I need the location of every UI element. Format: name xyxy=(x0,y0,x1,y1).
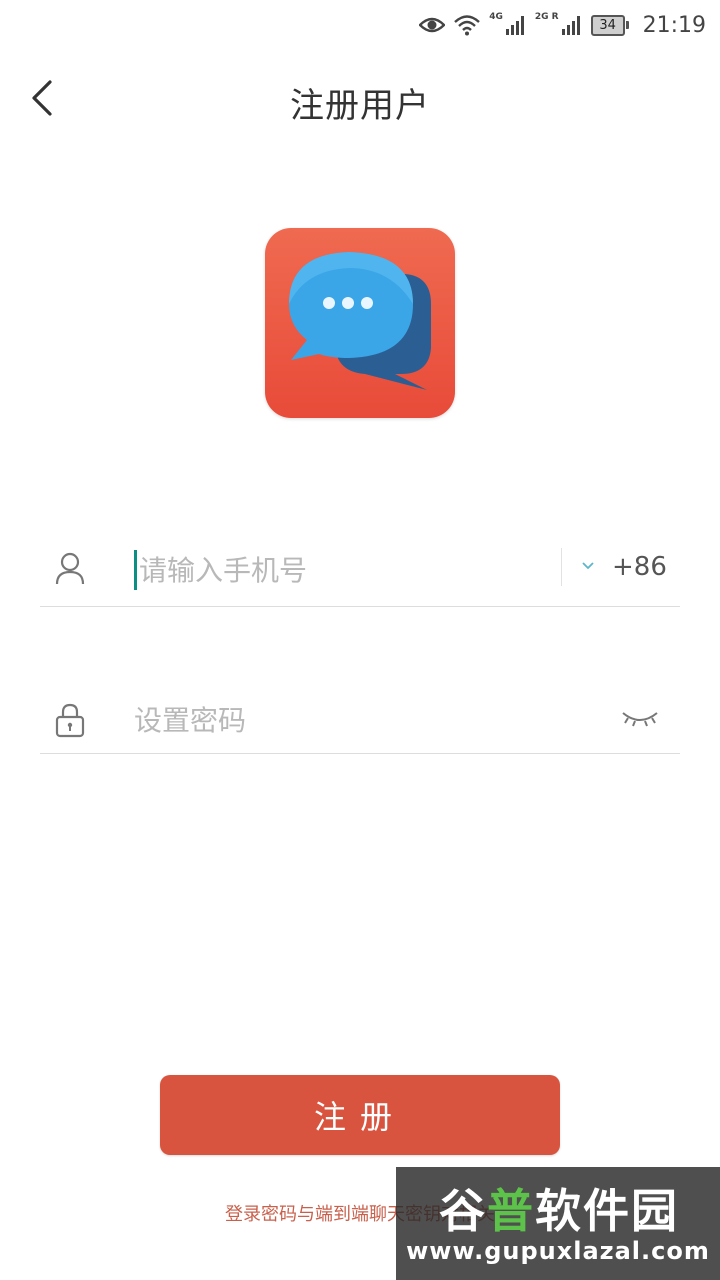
battery-level: 34 xyxy=(590,14,625,36)
signal-icon xyxy=(561,16,580,35)
country-code-dropdown[interactable] xyxy=(576,554,600,578)
register-button[interactable]: 注册 xyxy=(160,1075,560,1155)
eye-icon xyxy=(419,17,446,33)
network-type-label: 4G xyxy=(489,12,503,22)
country-code[interactable]: +86 xyxy=(612,552,667,582)
phone-input[interactable] xyxy=(134,550,539,590)
status-bar: 4G 2G R 34 21:19 xyxy=(0,0,720,50)
status-icons: 4G 2G R 34 21:19 xyxy=(419,10,706,40)
watermark-title: 谷普软件园 xyxy=(406,1175,712,1241)
field-divider xyxy=(561,548,562,586)
title-bar: 注册用户 xyxy=(0,58,720,142)
app-logo xyxy=(265,228,455,418)
password-field-row xyxy=(40,686,680,754)
signal-icon xyxy=(505,16,524,35)
lock-icon xyxy=(52,702,88,738)
watermark: 谷普软件园 www.gupuxlazal.com xyxy=(396,1167,720,1280)
watermark-title-part: 软件园 xyxy=(535,1184,679,1238)
page-title: 注册用户 xyxy=(290,86,430,126)
chat-bubbles-icon xyxy=(289,252,431,390)
battery-icon: 34 xyxy=(590,14,629,36)
watermark-url: www.gupuxlazal.com xyxy=(406,1237,710,1265)
user-icon xyxy=(52,550,88,586)
eye-closed-icon xyxy=(622,712,658,727)
network-type-label: 2G R xyxy=(534,12,559,22)
watermark-title-accent: 普 xyxy=(487,1184,535,1238)
phone-field-row: +86 xyxy=(40,530,680,607)
password-visibility-toggle[interactable] xyxy=(618,704,662,734)
wifi-icon xyxy=(454,15,481,36)
password-input[interactable] xyxy=(134,700,554,740)
status-time: 21:19 xyxy=(642,12,706,38)
watermark-title-part: 谷 xyxy=(439,1184,487,1238)
chevron-down-icon xyxy=(582,562,594,570)
